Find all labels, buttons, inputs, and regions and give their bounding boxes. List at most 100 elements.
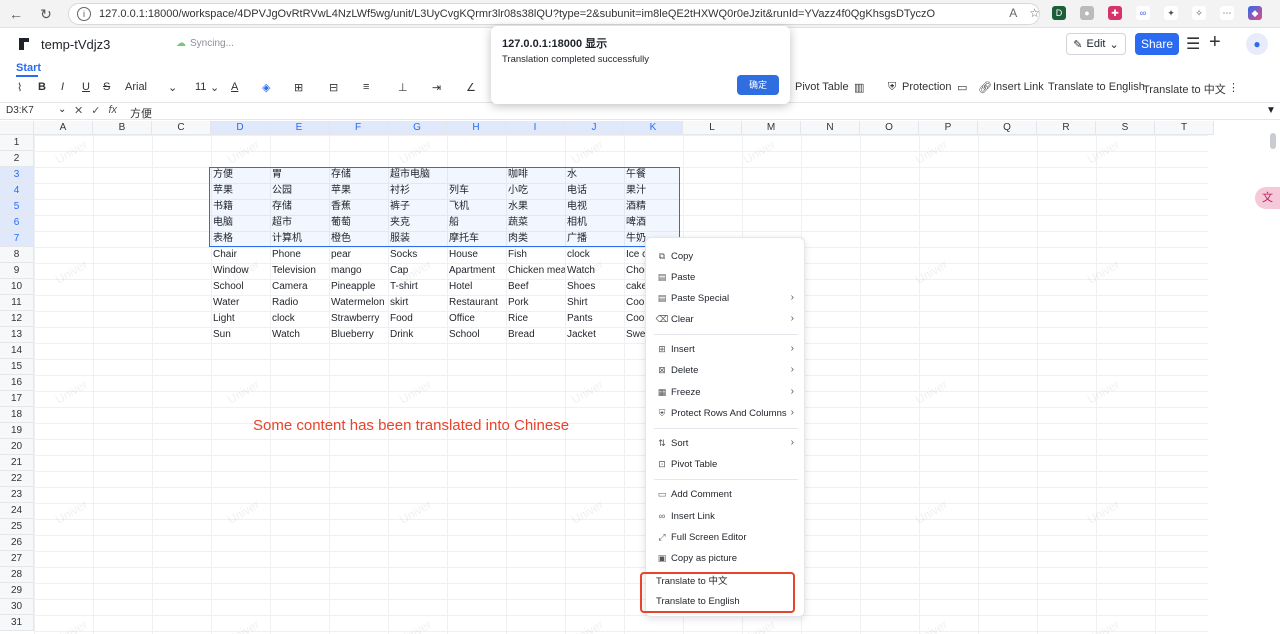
row-header[interactable]: 8 <box>0 247 34 263</box>
cell[interactable]: 水 <box>565 167 624 183</box>
italic-icon[interactable]: I <box>61 81 64 93</box>
cell[interactable]: 衬衫 <box>388 183 447 199</box>
row-header[interactable]: 15 <box>0 359 34 375</box>
column-header[interactable]: S <box>1096 121 1155 135</box>
cell[interactable]: Bread <box>506 327 565 343</box>
row-header[interactable]: 6 <box>0 215 34 231</box>
row-header[interactable]: 14 <box>0 343 34 359</box>
row-header[interactable]: 23 <box>0 487 34 503</box>
cell[interactable]: 存储 <box>329 167 388 183</box>
hamburger-menu-icon[interactable]: ☰ <box>1186 34 1200 54</box>
text-color-icon[interactable]: A <box>231 81 238 93</box>
protection-button[interactable]: Protection <box>902 81 952 93</box>
more-vertical-icon[interactable]: ⋮ <box>1228 81 1239 94</box>
cell[interactable]: Apartment <box>447 263 506 279</box>
cell[interactable]: pear <box>329 247 388 263</box>
column-header[interactable]: O <box>860 121 919 135</box>
row-header[interactable]: 11 <box>0 295 34 311</box>
merge-cells-icon[interactable]: ⊟ <box>329 81 338 94</box>
cell[interactable]: clock <box>270 311 329 327</box>
column-header[interactable]: D <box>211 121 270 135</box>
row-header[interactable]: 24 <box>0 503 34 519</box>
row-header[interactable]: 7 <box>0 231 34 247</box>
cell[interactable]: 电视 <box>565 199 624 215</box>
cell[interactable]: 电话 <box>565 183 624 199</box>
cell[interactable]: 水果 <box>506 199 565 215</box>
cell[interactable]: 船 <box>447 215 506 231</box>
cell[interactable]: Fish <box>506 247 565 263</box>
row-header[interactable]: 13 <box>0 327 34 343</box>
cell[interactable]: 裤子 <box>388 199 447 215</box>
cell[interactable]: Cap <box>388 263 447 279</box>
info-icon[interactable]: i <box>77 7 91 21</box>
row-header[interactable]: 31 <box>0 615 34 631</box>
row-header[interactable]: 4 <box>0 183 34 199</box>
cell[interactable]: 午餐 <box>624 167 683 183</box>
cell[interactable]: 苹果 <box>329 183 388 199</box>
translate-chinese-button[interactable]: Translate to 中文 <box>1143 81 1226 97</box>
confirm-icon[interactable]: ✓ <box>91 104 100 117</box>
cell[interactable]: Camera <box>270 279 329 295</box>
spreadsheet-grid[interactable]: ABCDEFGHIJKLMNOPQRST 1 2 3 4 5 6 7 8 9 10 11 12 13 14… <box>0 121 1268 634</box>
cell[interactable]: Radio <box>270 295 329 311</box>
column-header[interactable]: A <box>34 121 93 135</box>
row-header[interactable]: 21 <box>0 455 34 471</box>
formula-input[interactable]: 方便 <box>130 105 152 121</box>
cell[interactable]: Food <box>388 311 447 327</box>
cell[interactable]: Hotel <box>447 279 506 295</box>
row-header[interactable]: 18 <box>0 407 34 423</box>
cell[interactable]: Watch <box>565 263 624 279</box>
text-rotate-icon[interactable]: ∠ <box>466 81 476 94</box>
cell[interactable]: 酒精 <box>624 199 683 215</box>
cell[interactable]: School <box>447 327 506 343</box>
cell[interactable]: 计算机 <box>270 231 329 247</box>
cell[interactable]: 广播 <box>565 231 624 247</box>
share-button[interactable]: Share <box>1135 33 1179 55</box>
cell[interactable]: 胃 <box>270 167 329 183</box>
cell[interactable]: 香蕉 <box>329 199 388 215</box>
cell[interactable]: Office <box>447 311 506 327</box>
row-header[interactable]: 22 <box>0 471 34 487</box>
cell[interactable]: 小吃 <box>506 183 565 199</box>
font-family-select[interactable]: Arial <box>125 81 147 93</box>
translate-english-button[interactable]: Translate to English <box>1048 81 1145 93</box>
edit-mode-button[interactable]: ✎ Edit ⌄ <box>1066 33 1126 55</box>
menu-full-screen-editor[interactable]: ⤢ Full Screen Editor <box>646 527 806 547</box>
cell[interactable]: Rice <box>506 311 565 327</box>
menu-clear[interactable]: ⌫ Clear › <box>646 309 806 329</box>
menu-copy-as-picture[interactable]: ▣ Copy as picture <box>646 548 806 568</box>
border-icon[interactable]: ⊞ <box>294 81 303 94</box>
cell[interactable]: 苹果 <box>211 183 270 199</box>
menu-delete[interactable]: ⊠ Delete › <box>646 360 806 380</box>
cell[interactable]: Television <box>270 263 329 279</box>
cell[interactable]: 方便 <box>211 167 270 183</box>
horizontal-align-icon[interactable]: ≡ <box>363 81 369 93</box>
column-header[interactable]: M <box>742 121 801 135</box>
favorites-icon[interactable]: ✧ <box>1192 6 1206 20</box>
cell-ref-chevron-icon[interactable]: ⌄ <box>58 104 66 115</box>
row-header[interactable]: 27 <box>0 551 34 567</box>
fill-color-icon[interactable]: ◈ <box>262 81 270 94</box>
row-header[interactable]: 28 <box>0 567 34 583</box>
column-header[interactable]: I <box>506 121 565 135</box>
cell[interactable]: Strawberry <box>329 311 388 327</box>
bold-icon[interactable]: B <box>38 81 46 93</box>
cell[interactable]: 夹克 <box>388 215 447 231</box>
cell[interactable]: Beef <box>506 279 565 295</box>
extension-pink-icon[interactable]: ✚ <box>1108 6 1122 20</box>
address-bar[interactable]: i 127.0.0.1:18000/workspace/4DPVJgOvRtRV… <box>68 3 1040 25</box>
cell[interactable]: mango <box>329 263 388 279</box>
add-icon[interactable]: + <box>1209 31 1221 54</box>
cell[interactable]: 蔬菜 <box>506 215 565 231</box>
menu-paste-special[interactable]: ▤ Paste Special › <box>646 288 806 308</box>
menu-paste[interactable]: ▤ Paste <box>646 267 806 287</box>
column-header[interactable]: H <box>447 121 506 135</box>
row-header[interactable]: 16 <box>0 375 34 391</box>
row-header[interactable]: 20 <box>0 439 34 455</box>
row-header[interactable]: 1 <box>0 135 34 151</box>
extensions-puzzle-icon[interactable]: ✦ <box>1164 6 1178 20</box>
translate-float-icon[interactable]: 文 <box>1255 187 1280 209</box>
wrap-text-icon[interactable]: ⇥ <box>432 81 441 94</box>
cell[interactable]: Light <box>211 311 270 327</box>
cell[interactable]: 存储 <box>270 199 329 215</box>
